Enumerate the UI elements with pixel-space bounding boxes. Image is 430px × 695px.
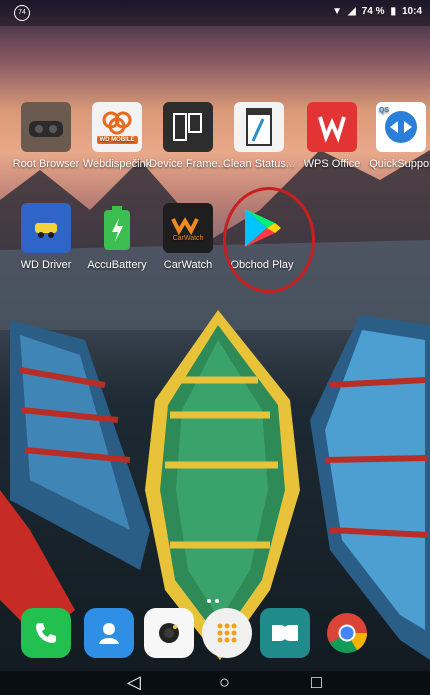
qs-text: QS	[378, 106, 390, 114]
carwatch-text: CarWatch	[172, 234, 204, 242]
notification-badge: 74	[14, 5, 30, 21]
wps-office-icon	[307, 102, 357, 152]
chrome-app-icon[interactable]	[322, 608, 372, 658]
wd-mobile-text: WD MOBILE	[96, 136, 138, 144]
contacts-tile	[84, 608, 134, 658]
quicksupport-icon: QS	[376, 102, 426, 152]
navigation-bar: ◁ ○ □	[0, 671, 430, 695]
car-dashboard-icon	[21, 102, 71, 152]
app-quicksupport[interactable]: QS QuickSuppor	[356, 96, 430, 196]
battery-text: 74 %	[361, 6, 385, 17]
battery-icon: ▮	[390, 6, 396, 17]
clock: 10:4	[401, 6, 422, 17]
clean-status-icon	[234, 102, 284, 152]
home-button[interactable]: ○	[219, 672, 230, 692]
camera-app-icon[interactable]	[144, 608, 194, 658]
status-bar: 74 ▼ ◢ 74 % ▮ 10:4	[0, 0, 430, 26]
app-label: QuickSuppor	[369, 158, 430, 170]
contacts-app-icon[interactable]	[84, 608, 134, 658]
dock	[0, 600, 430, 666]
dolby-tile	[260, 608, 310, 658]
device-frame-icon	[163, 102, 213, 152]
phone-tile	[21, 608, 71, 658]
signal-icon: ◢	[347, 6, 356, 17]
wifi-icon: ▼	[332, 6, 342, 17]
app-drawer-tile	[202, 608, 252, 658]
carwatch-icon: CarWatch	[163, 203, 213, 253]
recent-apps-button[interactable]: □	[311, 672, 322, 692]
home-screen: 74 ▼ ◢ 74 % ▮ 10:4 Root Browser WD MOBIL…	[0, 0, 430, 695]
wd-mobile-icon: WD MOBILE	[92, 102, 142, 152]
highlight-circle	[223, 187, 315, 293]
accubattery-icon	[92, 203, 142, 253]
camera-tile	[144, 608, 194, 658]
app-drawer-icon[interactable]	[202, 608, 252, 658]
wd-driver-icon	[21, 203, 71, 253]
chrome-tile	[322, 608, 372, 658]
dolby-app-icon[interactable]	[260, 608, 310, 658]
phone-app-icon[interactable]	[21, 608, 71, 658]
back-button[interactable]: ◁	[127, 672, 141, 692]
